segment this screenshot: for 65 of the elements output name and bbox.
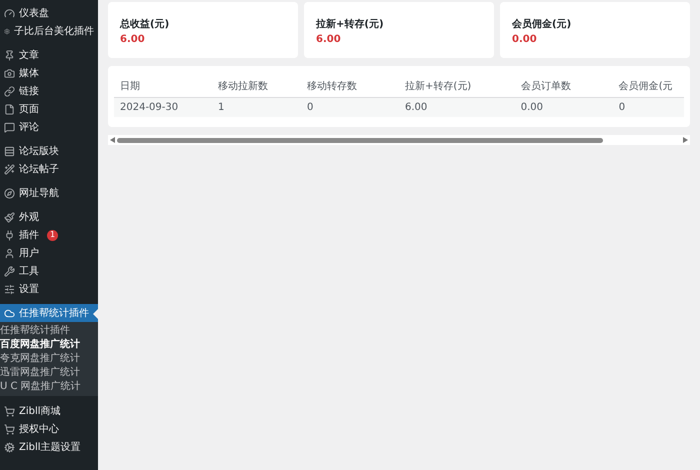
cart-icon: [4, 406, 15, 416]
column-header: 移动转存数: [306, 80, 358, 94]
sidebar-item[interactable]: Zibll主题设置: [0, 438, 98, 456]
column-header: 拉新+转存(元): [404, 80, 472, 94]
sidebar-item[interactable]: 设置: [0, 280, 98, 298]
sidebar-item[interactable]: Zibll商城: [0, 402, 98, 420]
sidebar-item[interactable]: 工具: [0, 262, 98, 280]
column-header: 移动拉新数: [216, 80, 269, 94]
sidebar-item[interactable]: 文章: [0, 46, 98, 64]
sidebar-item[interactable]: 外观: [0, 208, 98, 226]
column-header: 会员订单数: [520, 80, 572, 94]
sidebar-item[interactable]: 网址导航: [0, 184, 98, 202]
right-arrow-icon[interactable]: [683, 137, 688, 143]
submenu-item[interactable]: 任推帮统计插件: [0, 324, 98, 338]
sidebar-item[interactable]: 页面: [0, 100, 98, 118]
sidebar-item[interactable]: 论坛版块: [0, 142, 98, 160]
sidebar-item[interactable]: 授权中心: [0, 420, 98, 438]
table-cell-text: 0.00: [520, 101, 544, 115]
camera-icon: [4, 68, 15, 78]
count-badge: 1: [47, 230, 58, 240]
stat-value: 0.00: [512, 33, 538, 47]
comment-icon: [4, 122, 15, 132]
stat-title: 会员佣金(元): [512, 18, 572, 32]
cart-icon: [4, 424, 15, 434]
submenu-item[interactable]: 百度网盘推广统计: [0, 338, 98, 352]
sidebar-item[interactable]: 评论: [0, 118, 98, 136]
paintbrush-icon: [4, 212, 15, 222]
submenu-item[interactable]: 迅雷网盘推广统计: [0, 366, 98, 380]
sidebar-item[interactable]: 插件 1: [0, 226, 98, 244]
wrench-icon: [4, 266, 15, 276]
table-cell-text: 0: [618, 101, 626, 115]
horizontal-scrollbar[interactable]: [108, 135, 690, 145]
stat-title: 拉新+转存(元): [316, 17, 385, 32]
sliders-icon: [4, 284, 15, 294]
rows-icon: [4, 146, 15, 156]
gear-icon: [4, 442, 15, 452]
sidebar-item[interactable]: 任推帮统计插件: [0, 304, 98, 322]
submenu-item[interactable]: U C 网盘推广统计: [0, 380, 98, 394]
submenu-item[interactable]: 夸克网盘推广统计: [0, 352, 98, 366]
table-cell-text: 1: [216, 101, 226, 115]
cloud-icon: [4, 308, 15, 318]
dashboard-icon: [4, 8, 15, 18]
link-icon: [4, 86, 15, 96]
sidebar-item[interactable]: 子比后台美化插件: [0, 22, 98, 40]
user-icon: [4, 248, 15, 258]
page-icon: [4, 104, 15, 114]
plug-icon: [4, 230, 15, 240]
stat-title: 总收益(元): [120, 18, 170, 32]
table-cell-text: 6.00: [404, 101, 428, 115]
column-header: 日期: [119, 80, 141, 94]
sidebar-item[interactable]: 用户: [0, 244, 98, 262]
sidebar-item[interactable]: 仪表盘: [0, 4, 98, 22]
compass-icon: [4, 188, 15, 198]
sidebar-item[interactable]: 论坛帖子: [0, 160, 98, 178]
sidebar-item[interactable]: 媒体: [0, 64, 98, 82]
scrollbar-thumb[interactable]: [117, 138, 603, 142]
column-header: 会员佣金(元: [618, 80, 674, 94]
pin-icon: [4, 50, 15, 60]
left-arrow-icon[interactable]: [110, 137, 115, 143]
stat-value: 6.00: [316, 33, 342, 47]
sidebar-item[interactable]: 链接: [0, 82, 98, 100]
stat-value: 6.00: [120, 33, 146, 47]
table-cell-text: 2024-09-30: [119, 101, 180, 115]
table-cell-text: 0: [306, 101, 314, 115]
wand-icon: [4, 164, 15, 174]
